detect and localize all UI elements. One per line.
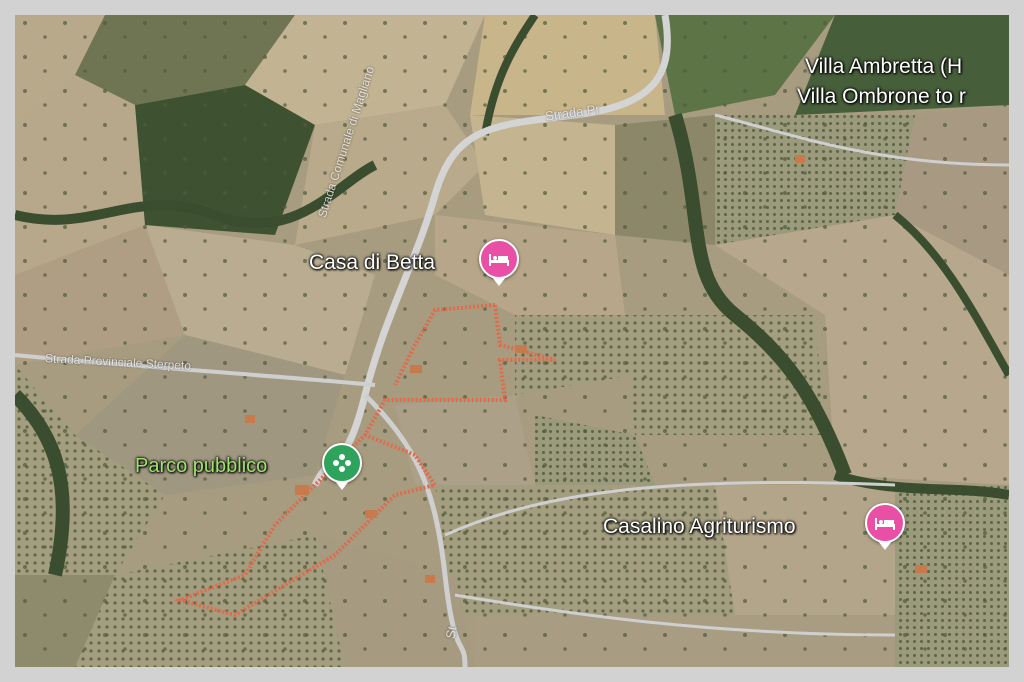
park-pin-parco-pubblico[interactable] [322,443,362,490]
place-label-casalino-agriturismo[interactable]: Casalino Agriturismo [603,515,796,539]
hotel-pin-casa-di-betta[interactable] [479,239,519,286]
place-label-villa-ambretta[interactable]: Villa Ambretta (H [805,55,962,79]
road-label: St [442,625,460,640]
place-label-casa-di-betta[interactable]: Casa di Betta [309,251,435,275]
place-label-parco-pubblico[interactable]: Parco pubblico [135,455,267,478]
flower-icon [331,452,353,474]
map-viewport[interactable]: Strada Pr Strada Comunale di Magliano St… [15,15,1009,667]
satellite-imagery [15,15,1009,667]
hotel-pin-casalino-agriturismo[interactable] [865,503,905,550]
bed-icon [874,515,896,531]
place-label-villa-ombrone[interactable]: Villa Ombrone to r [797,85,966,109]
bed-icon [488,251,510,267]
